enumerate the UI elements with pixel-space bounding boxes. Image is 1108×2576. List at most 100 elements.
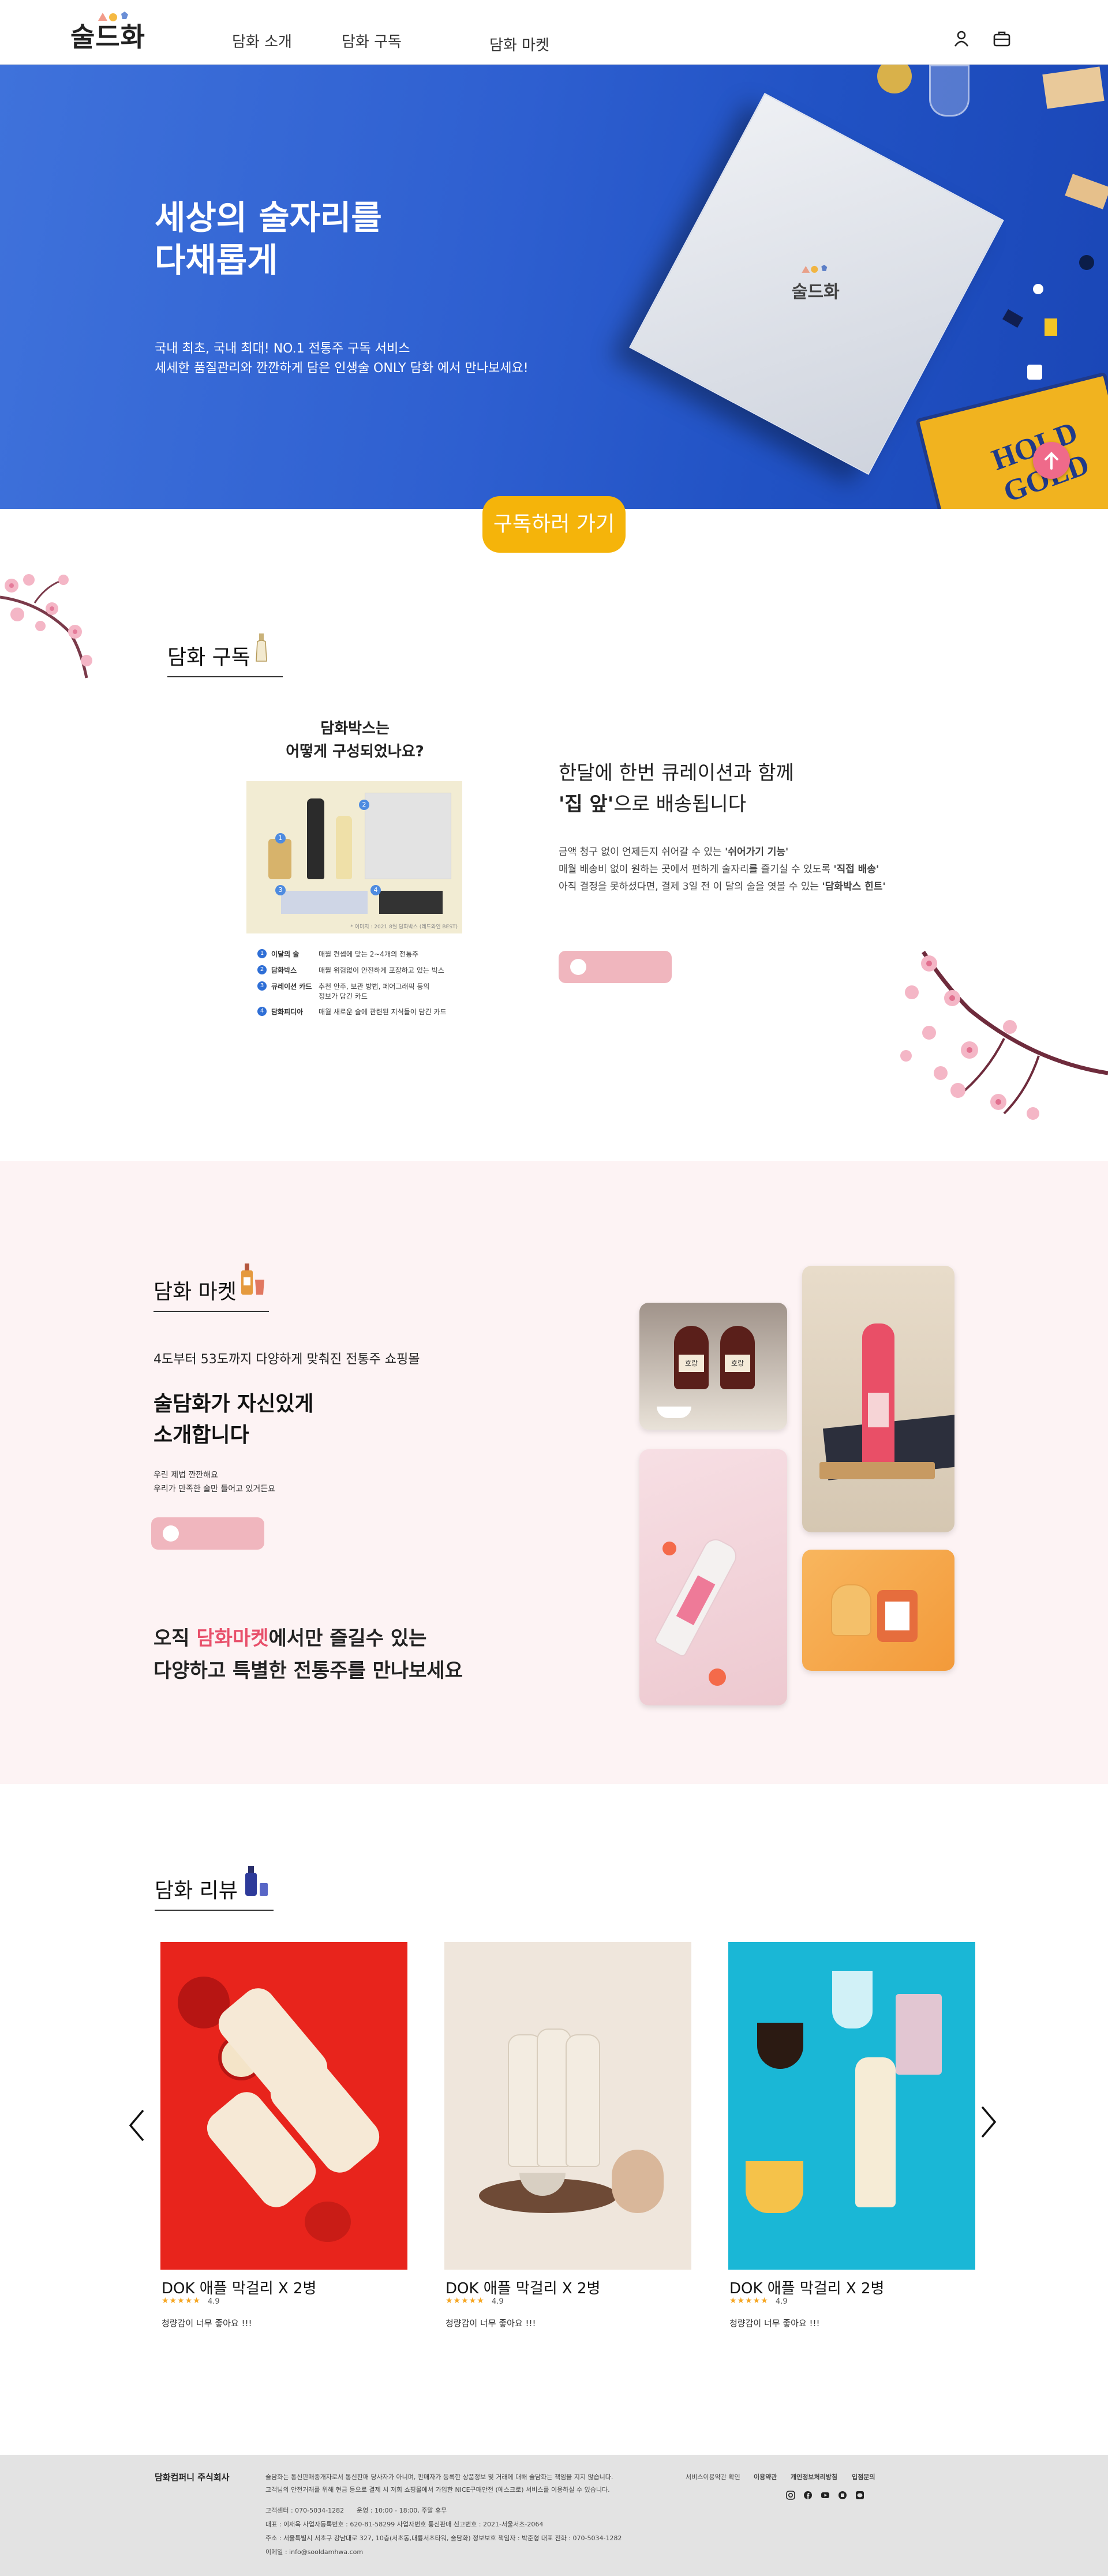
section-title-subscribe: 담화 구독 [167, 633, 283, 677]
box-contents-photo: 1 2 3 4 * 이미지 : 2021 8월 담화박스 (레드와인 BEST) [246, 781, 462, 933]
bottom-text: 오직 [154, 1627, 197, 1650]
box-logo: 술드화 [781, 261, 850, 303]
footer-link-partner[interactable]: 입점문의 [852, 2472, 875, 2481]
glass [929, 65, 969, 117]
soju-bottle-icon [245, 1866, 268, 1896]
rating-stars-icon: ★★★★★ [729, 2296, 769, 2305]
legend-num: 2 [257, 965, 267, 974]
review-text: 청량감이 너무 좋아요 !!! [446, 2318, 536, 2328]
market-small1: 우린 제법 깐깐해요 [154, 1471, 218, 1480]
bottle [855, 2057, 896, 2207]
rating-stars-icon: ★★★★★ [162, 2296, 201, 2305]
product-card[interactable]: 호랑 호랑 [639, 1303, 787, 1430]
review-rating: 4.9 [208, 2297, 220, 2306]
blog-icon[interactable] [838, 2491, 847, 2500]
toy [1045, 318, 1057, 336]
market-small2: 우리가 만족한 술만 들어고 있거든요 [154, 1484, 275, 1494]
site-header: 술드화 담화 소개 담화 구독 담화 마켓 [0, 0, 1108, 65]
footer-desc2: 고객님의 안전거래를 위해 현금 등으로 결제 시 저희 쇼핑몰에서 가입한 N… [265, 2486, 610, 2493]
marker-3: 3 [275, 885, 286, 895]
legend-desc: 매월 새로운 술에 관련된 지식들이 담긴 카드 [319, 1008, 447, 1016]
site-footer: 담화컴퍼니 주식회사 술담화는 통신판매중개자로서 통신판매 당사자가 아니며,… [0, 2455, 1108, 2576]
box-question-line1: 담화박스는 [320, 720, 390, 737]
next-arrow-icon[interactable] [980, 2106, 997, 2138]
bottle: 호랑 [720, 1326, 755, 1389]
legend-desc: 추천 안주, 보관 방법, 페어그래픽 등의 [319, 983, 430, 991]
marker-2: 2 [359, 800, 369, 810]
legend-num: 1 [257, 949, 267, 958]
review-text: 청량감이 너무 좋아요 !!! [162, 2318, 252, 2328]
kakao-icon[interactable] [855, 2491, 864, 2500]
nav-subscribe[interactable]: 담화 구독 [342, 30, 402, 51]
legend-item: 4 담화피디아 매월 새로운 술에 관련된 지식들이 담긴 카드 [257, 1006, 447, 1016]
glass [832, 1971, 873, 2028]
desc-line3: 아직 결정을 못하셨다면, 결제 3일 전 이 달의 술을 엿볼 수 있는 '담… [559, 878, 886, 895]
toy [1079, 255, 1094, 270]
headline-bold: '집 앞' [559, 793, 614, 816]
shopping-bag-icon[interactable] [993, 30, 1011, 47]
footer-addr: 주소 : 서울특별시 서초구 강남대로 327, 10층(서초동,대륭서초타워,… [265, 2534, 622, 2542]
bottle: 호랑 [674, 1326, 709, 1389]
market-toggle-button[interactable] [151, 1517, 264, 1550]
footer-link-privacy[interactable]: 개인정보처리방침 [791, 2472, 837, 2481]
bottle-top [877, 65, 912, 93]
desc-line1: 금액 청구 없이 언제든지 쉬어갈 수 있는 '쉬어가기 기능' [559, 843, 886, 861]
hero-banner: 술드화 HOLD GOLD 세상의 술자리를 다채롭게 국내 최초, 국내 최대!… [0, 65, 1108, 509]
legend-desc: 매월 컨셉에 맞는 2~4개의 전통주 [319, 950, 419, 958]
nav-intro[interactable]: 담화 소개 [232, 30, 292, 51]
subscribe-toggle-button[interactable] [559, 951, 672, 983]
footer-link-service[interactable]: 서비스이용약관 확인 [686, 2472, 740, 2481]
product-card[interactable] [639, 1449, 787, 1705]
bottle [877, 1590, 918, 1642]
subscribe-desc: 금액 청구 없이 언제든지 쉬어갈 수 있는 '쉬어가기 기능' 매월 배송비 … [559, 843, 886, 895]
nav-market[interactable]: 담화 마켓 [489, 33, 549, 55]
bottom-accent: 담화마켓 [196, 1627, 269, 1650]
legend-desc: 정보가 담긴 카드 [319, 992, 368, 1000]
logo-shapes-icon [802, 264, 828, 273]
review-image[interactable] [444, 1942, 691, 2270]
instagram-icon[interactable] [786, 2491, 795, 2500]
legend-item: 2 담화박스 매월 위험없이 안전하게 포장하고 있는 박스 [257, 965, 444, 974]
bottle [268, 839, 291, 879]
logo[interactable]: 술드화 [70, 7, 151, 54]
vase [612, 2150, 664, 2213]
facebook-icon[interactable] [803, 2491, 813, 2500]
review-image[interactable] [160, 1942, 407, 2270]
hero-title-line1: 세상의 술자리를 [155, 198, 382, 237]
bottom-text: 에서만 즐길수 있는 [268, 1627, 427, 1650]
legend-num: 3 [257, 981, 267, 991]
desc-text: 금액 청구 없이 언제든지 쉬어갈 수 있는 [559, 846, 725, 858]
section-title-text: 담화 리뷰 [155, 1879, 238, 1903]
wood-block [1065, 174, 1108, 209]
review-product-name: DOK 애플 막걸리 X 2병 [162, 2280, 317, 2297]
bowl [657, 1407, 691, 1418]
review-product-name: DOK 애플 막걸리 X 2병 [729, 2280, 885, 2297]
logo-text: 술드화 [70, 21, 145, 53]
market-bottom-line1: 오직 담화마켓에서만 즐길수 있는 [154, 1622, 426, 1651]
arrow-up-icon [1045, 452, 1058, 470]
market-headline2: 소개합니다 [154, 1423, 249, 1447]
footer-link-terms[interactable]: 이용약관 [754, 2472, 777, 2481]
footer-desc1: 술담화는 통신판매중개자로서 통신판매 당사자가 아니며, 판매자가 등록한 상… [265, 2473, 613, 2481]
rating-stars-icon: ★★★★★ [446, 2296, 485, 2305]
wood-board [819, 1462, 935, 1479]
legend-title: 이달의 술 [271, 950, 300, 958]
prev-arrow-icon[interactable] [128, 2109, 145, 2142]
marker-4: 4 [370, 885, 381, 895]
subscribe-cta-button[interactable]: 구독하러 가기 [482, 496, 626, 553]
product-card[interactable] [802, 1266, 954, 1532]
product-card[interactable] [802, 1550, 954, 1671]
dessert [746, 2161, 803, 2213]
youtube-icon[interactable] [821, 2491, 830, 2500]
scroll-top-button[interactable] [1033, 442, 1070, 479]
bottle [307, 798, 324, 879]
legend-num: 4 [257, 1007, 267, 1016]
hero-title-line2: 다채롭게 [155, 241, 278, 280]
user-icon[interactable] [953, 30, 969, 47]
review-image[interactable] [728, 1942, 975, 2270]
game-box: HOLD GOLD [915, 372, 1108, 509]
desc-bold: '쉬어가기 기능' [725, 846, 789, 858]
box-question-line2: 어떻게 구성되었나요? [286, 743, 424, 760]
market-headline1: 술담화가 자신있게 [154, 1392, 314, 1416]
section-title-reviews: 담화 리뷰 [155, 1866, 274, 1911]
